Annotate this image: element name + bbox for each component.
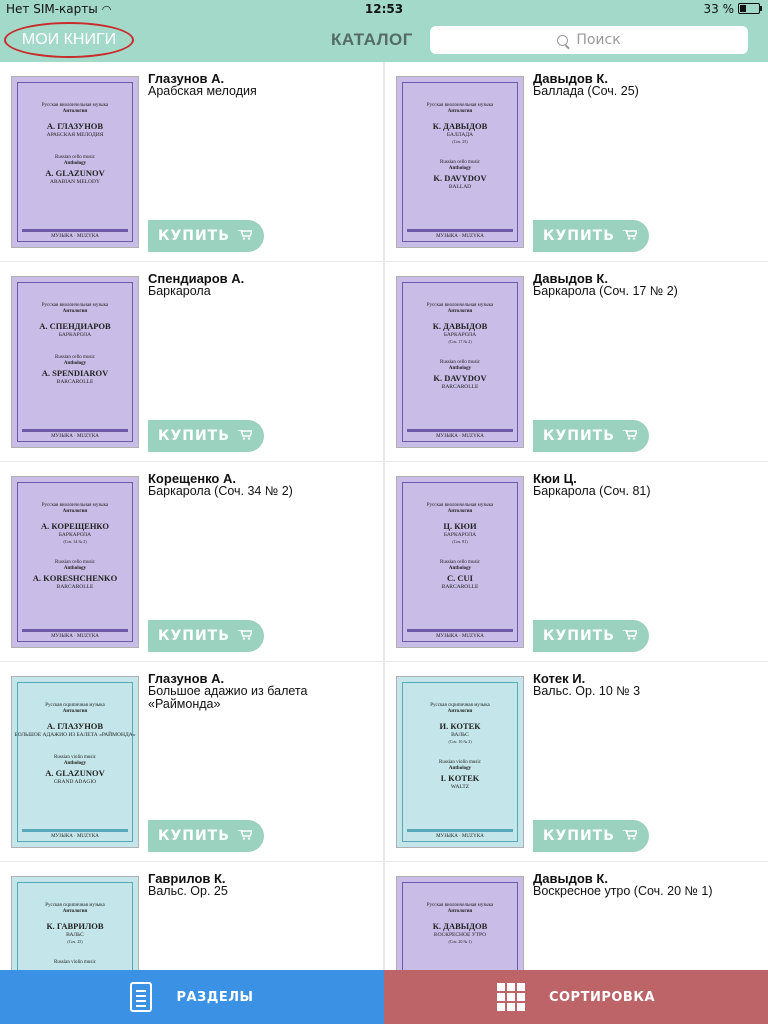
book-item[interactable]: Русская виолончельная музыка Антология К. … <box>385 262 768 461</box>
cart-icon <box>238 830 252 840</box>
book-item[interactable]: Русская скрипичная музыка Антология И. КОТ… <box>385 662 768 861</box>
cover-ornament <box>22 829 128 832</box>
search-placeholder: Поиск <box>576 32 621 48</box>
book-cover[interactable]: Русская скрипичная музыка Антология И. КОТ… <box>396 676 524 848</box>
clock: 12:53 <box>364 2 404 16</box>
cart-icon <box>238 230 252 240</box>
buy-button[interactable]: КУПИТЬ <box>148 620 264 652</box>
battery-icon <box>738 3 762 14</box>
book-title: Арабская мелодия <box>148 84 257 98</box>
book-title: Баркарола (Соч. 34 № 2) <box>148 484 293 498</box>
buy-button-label: КУПИТЬ <box>543 228 615 244</box>
buy-button-label: КУПИТЬ <box>543 628 615 644</box>
my-books-button[interactable]: МОИ КНИГИ <box>4 22 134 58</box>
book-title: Вальс. Ор. 10 № 3 <box>533 684 641 698</box>
search-input[interactable]: Поиск <box>430 26 748 54</box>
book-title: Баркарола <box>148 284 211 298</box>
cover-publisher: МУЗЫКА · MUZYKA <box>51 634 99 639</box>
book-item[interactable]: Русская виолончельная музыка Антология А. … <box>0 262 383 461</box>
book-cover[interactable]: Русская виолончельная музыка Антология Ц. … <box>396 476 524 648</box>
book-item[interactable]: Русская виолончельная музыка Антология А. … <box>0 462 383 661</box>
cover-publisher: МУЗЫКА · MUZYKA <box>51 834 99 839</box>
grid-icon <box>496 983 525 1011</box>
buy-button-label: КУПИТЬ <box>543 428 615 444</box>
book-title: Воскресное утро (Соч. 20 № 1) <box>533 884 713 898</box>
book-title: Баркарола (Соч. 17 № 2) <box>533 284 678 298</box>
book-item[interactable]: Русская скрипичная музыка Антология К. ГАВ… <box>0 862 383 970</box>
cart-icon <box>238 630 252 640</box>
cover-ornament <box>22 429 128 432</box>
buy-button[interactable]: КУПИТЬ <box>533 220 649 252</box>
battery-percent: 33 % <box>703 2 735 16</box>
book-cover[interactable]: Русская виолончельная музыка Антология А. … <box>11 476 139 648</box>
tab-bar: РАЗДЕЛЫ СОРТИРОВКА <box>0 970 768 1024</box>
page-title: КАТАЛОГ <box>331 30 413 49</box>
book-cover[interactable]: Русская виолончельная музыка Антология А. … <box>11 76 139 248</box>
buy-button[interactable]: КУПИТЬ <box>533 620 649 652</box>
buy-button-label: КУПИТЬ <box>543 828 615 844</box>
buy-button[interactable]: КУПИТЬ <box>533 420 649 452</box>
cart-icon <box>623 830 637 840</box>
book-item[interactable]: Русская виолончельная музыка Антология К. … <box>385 862 768 970</box>
buy-button-label: КУПИТЬ <box>158 628 230 644</box>
cover-ornament <box>407 829 513 832</box>
book-cover[interactable]: Русская виолончельная музыка Антология К. … <box>396 76 524 248</box>
book-item[interactable]: Русская виолончельная музыка Антология А. … <box>0 62 383 261</box>
cart-icon <box>623 630 637 640</box>
cover-ornament <box>22 629 128 632</box>
cover-ornament <box>407 629 513 632</box>
buy-button-label: КУПИТЬ <box>158 228 230 244</box>
cover-publisher: МУЗЫКА · MUZYKA <box>436 834 484 839</box>
sections-tab[interactable]: РАЗДЕЛЫ <box>0 970 384 1024</box>
catalog-grid: Русская виолончельная музыка Антология А. … <box>0 62 768 970</box>
nav-bar: МОИ КНИГИ КАТАЛОГ Поиск <box>0 18 768 62</box>
cart-icon <box>623 430 637 440</box>
book-item[interactable]: Русская виолончельная музыка Антология Ц. … <box>385 462 768 661</box>
buy-button-label: КУПИТЬ <box>158 828 230 844</box>
cover-publisher: МУЗЫКА · MUZYKA <box>436 634 484 639</box>
buy-button[interactable]: КУПИТЬ <box>148 820 264 852</box>
battery-indicator: 33 % <box>703 2 762 16</box>
buy-button[interactable]: КУПИТЬ <box>148 220 264 252</box>
book-title: Вальс. Ор. 25 <box>148 884 228 898</box>
cart-icon <box>238 430 252 440</box>
book-item[interactable]: Русская скрипичная музыка Антология А. ГЛА… <box>0 662 383 861</box>
cover-publisher: МУЗЫКА · MUZYKA <box>436 234 484 239</box>
buy-button[interactable]: КУПИТЬ <box>533 820 649 852</box>
book-cover[interactable]: Русская виолончельная музыка Антология А. … <box>11 276 139 448</box>
buy-button[interactable]: КУПИТЬ <box>148 420 264 452</box>
cover-publisher: МУЗЫКА · MUZYKA <box>436 434 484 439</box>
document-icon <box>130 982 153 1012</box>
cart-icon <box>623 230 637 240</box>
book-cover[interactable]: Русская скрипичная музыка Антология К. ГАВ… <box>11 876 139 970</box>
book-title: Баллада (Соч. 25) <box>533 84 639 98</box>
cover-ornament <box>407 229 513 232</box>
cover-ornament <box>407 429 513 432</box>
buy-button-label: КУПИТЬ <box>158 428 230 444</box>
book-cover[interactable]: Русская виолончельная музыка Антология К. … <box>396 276 524 448</box>
book-cover[interactable]: Русская виолончельная музыка Антология К. … <box>396 876 524 970</box>
cover-ornament <box>22 229 128 232</box>
book-cover[interactable]: Русская скрипичная музыка Антология А. ГЛА… <box>11 676 139 848</box>
search-icon <box>557 34 569 46</box>
sections-tab-label: РАЗДЕЛЫ <box>176 989 254 1005</box>
sort-tab-label: СОРТИРОВКА <box>548 989 656 1005</box>
cover-publisher: МУЗЫКА · MUZYKA <box>51 434 99 439</box>
cover-publisher: МУЗЫКА · MUZYKA <box>51 234 99 239</box>
book-title: Большое адажио из балета «Раймонда» <box>148 684 308 711</box>
status-bar: Нет SIM-карты ◠ 12:53 33 % <box>0 0 768 18</box>
book-item[interactable]: Русская виолончельная музыка Антология К. … <box>385 62 768 261</box>
sort-tab[interactable]: СОРТИРОВКА <box>384 970 768 1024</box>
book-title: Баркарола (Соч. 81) <box>533 484 651 498</box>
